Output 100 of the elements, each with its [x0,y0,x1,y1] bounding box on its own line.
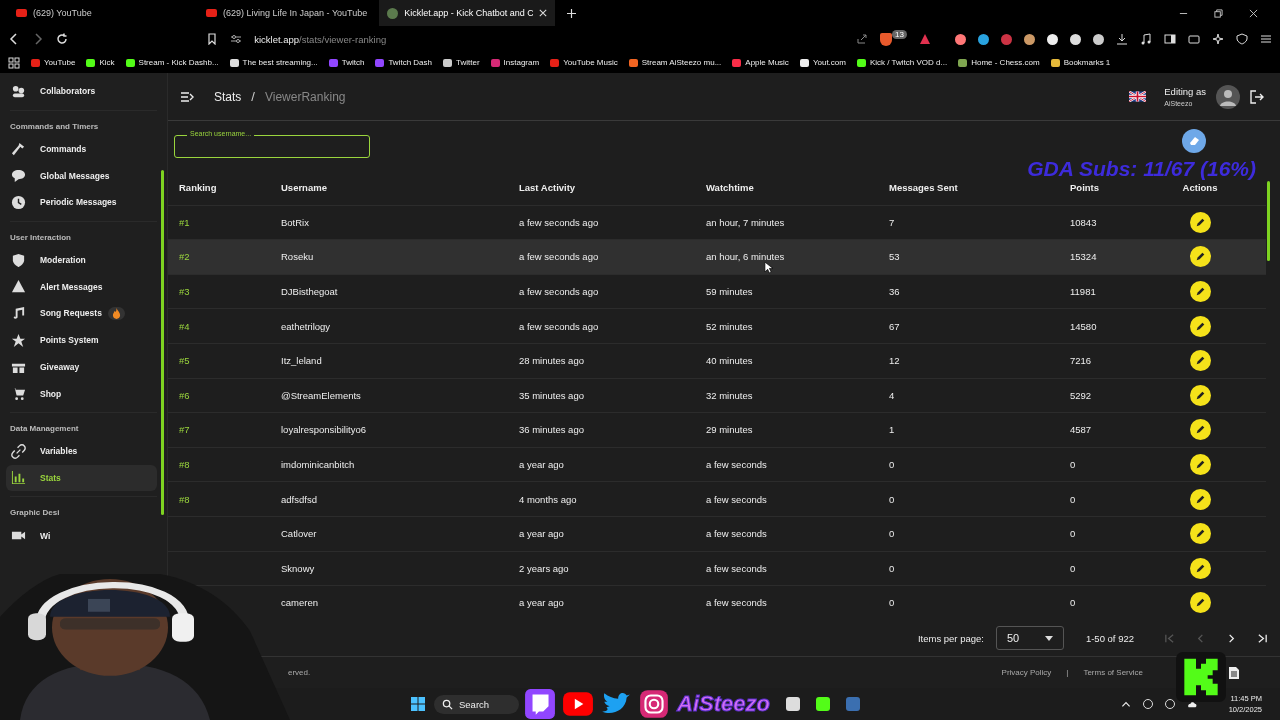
table-cell: 4587 [1070,424,1092,436]
bookmark-item[interactable]: Home - Chess.com [958,58,1040,67]
share-icon[interactable] [856,33,869,45]
bookmark-item[interactable]: Stream - Kick Dashb... [125,58,219,67]
bookmark-icon[interactable] [206,33,219,45]
windows-icon[interactable] [410,696,426,712]
table-cell: 0 [889,597,895,609]
extension-icon[interactable] [1070,33,1081,45]
bookmark-item[interactable]: Twitter [443,58,480,67]
bookmark-item[interactable]: Apple Music [732,58,789,67]
table-cell: 5292 [1070,389,1092,401]
menu-icon[interactable] [180,89,194,104]
sidebar-item[interactable]: Commands [6,135,157,163]
bookmark-item[interactable]: YouTube [31,58,76,67]
sidebar-item[interactable]: Collaborators [6,78,157,105]
caret-icon[interactable] [1120,699,1131,709]
apps-icon[interactable] [8,56,20,69]
shield-icon[interactable] [1236,33,1248,45]
browser-tab[interactable]: (629) Living Life In Japan - YouTube [198,0,376,26]
reload-icon[interactable] [56,33,68,45]
extension-icon[interactable] [1093,33,1104,45]
app-icon[interactable] [786,697,801,711]
logout-icon[interactable] [1250,89,1264,104]
bookmark-item[interactable]: Bookmarks 1 [1050,58,1111,67]
extension-icon[interactable] [1024,33,1035,45]
extension-icon[interactable] [1047,33,1058,45]
close-icon[interactable] [539,9,548,17]
eraser-button[interactable] [1182,129,1206,153]
bookmark-item[interactable]: Yout.com [799,58,846,67]
scrollbar[interactable] [1267,181,1270,261]
bookmark-item[interactable]: The best streaming... [229,58,318,67]
taskbar-search[interactable]: Search [434,694,520,714]
bookmark-item[interactable]: Kick [86,58,115,67]
scrollbar[interactable] [161,170,164,515]
address-field[interactable]: kicklet.app/stats/viewer-ranking [254,33,845,45]
wallet-icon[interactable] [1188,33,1200,45]
settings-icon[interactable] [230,33,243,45]
bookmark-item[interactable]: Twitch Dash [375,58,432,67]
terms-link[interactable]: Terms of Service [1083,668,1143,677]
edit-button[interactable] [1189,246,1211,268]
section-heading: Data Management [9,422,80,435]
new-tab-icon[interactable] [567,8,577,18]
breadcrumb-link[interactable]: Stats [214,89,242,104]
edit-button[interactable] [1189,315,1211,337]
sidebar-item[interactable]: Song Requests [6,300,157,327]
star-icon [11,332,26,348]
avatar[interactable] [1216,84,1240,109]
flag-icon[interactable] [1129,91,1147,102]
bookmark-item[interactable]: Kick / Twitch VOD d... [856,58,948,67]
browser-tab[interactable]: Kicklet.app - Kick Chatbot and C [379,0,556,26]
sidebar-item[interactable]: Points System [6,326,157,354]
edit-button[interactable] [1189,488,1211,510]
last-page-button[interactable] [1257,632,1268,644]
table-cell: 0 [1070,459,1076,471]
table-cell: 52 minutes [706,320,753,332]
table-cell: 14580 [1070,320,1097,332]
privacy-policy-link[interactable]: Privacy Policy [1001,668,1052,677]
sidebar-item[interactable]: Shop [6,380,157,407]
download-icon[interactable] [1116,33,1128,45]
edit-button[interactable] [1189,419,1211,441]
app-icon[interactable] [816,697,831,711]
restore-icon[interactable] [1214,8,1223,18]
edit-button[interactable] [1189,281,1211,303]
edit-button[interactable] [1189,592,1211,614]
edit-button[interactable] [1189,454,1211,476]
extension-icon[interactable] [978,33,989,45]
bookmark-item[interactable]: YouTube Music [550,58,618,67]
bookmark-item[interactable]: Instagram [490,58,540,67]
forward-icon[interactable] [32,33,44,45]
edit-button[interactable] [1189,384,1211,406]
edit-button[interactable] [1189,211,1211,233]
edit-button[interactable] [1189,557,1211,579]
next-page-button[interactable] [1226,632,1237,644]
table-cell: 35 minutes ago [519,389,584,401]
bookmark-item[interactable]: Stream AiSteezo mu... [628,58,722,67]
sidebar-item[interactable]: Periodic Messages [6,189,157,216]
sidebar-item[interactable]: Alert Messages [6,273,157,301]
edit-button[interactable] [1189,523,1211,545]
cloud-icon[interactable] [1186,699,1197,709]
table-cell: 36 minutes ago [519,424,584,436]
close-icon[interactable] [1249,8,1258,18]
table-cell: a few seconds ago [519,320,599,332]
sidebar-item[interactable]: Moderation [6,246,157,274]
table-cell: eathetrilogy [281,320,331,332]
sidebar-item[interactable]: Global Messages [6,162,157,190]
sidebar-item[interactable]: Giveaway [6,353,157,381]
music-icon[interactable] [1140,33,1152,45]
bookmark-item[interactable]: Twitch [328,58,365,67]
sidebar-item[interactable]: Wi [6,522,157,549]
document-icon[interactable] [1228,665,1240,680]
page-size-select[interactable]: 50 [995,626,1064,650]
shield-icon[interactable] [880,32,893,46]
triangle-icon[interactable] [919,33,931,45]
browser-tab[interactable]: (629) YouTube [8,0,182,26]
back-icon[interactable] [8,33,20,45]
sidebar-icon[interactable] [1164,33,1176,45]
sidebar-item[interactable]: Stats [6,464,157,492]
edit-button[interactable] [1189,350,1211,372]
extension-icon[interactable] [955,33,966,45]
sidebar-item[interactable]: Variables [6,437,157,465]
